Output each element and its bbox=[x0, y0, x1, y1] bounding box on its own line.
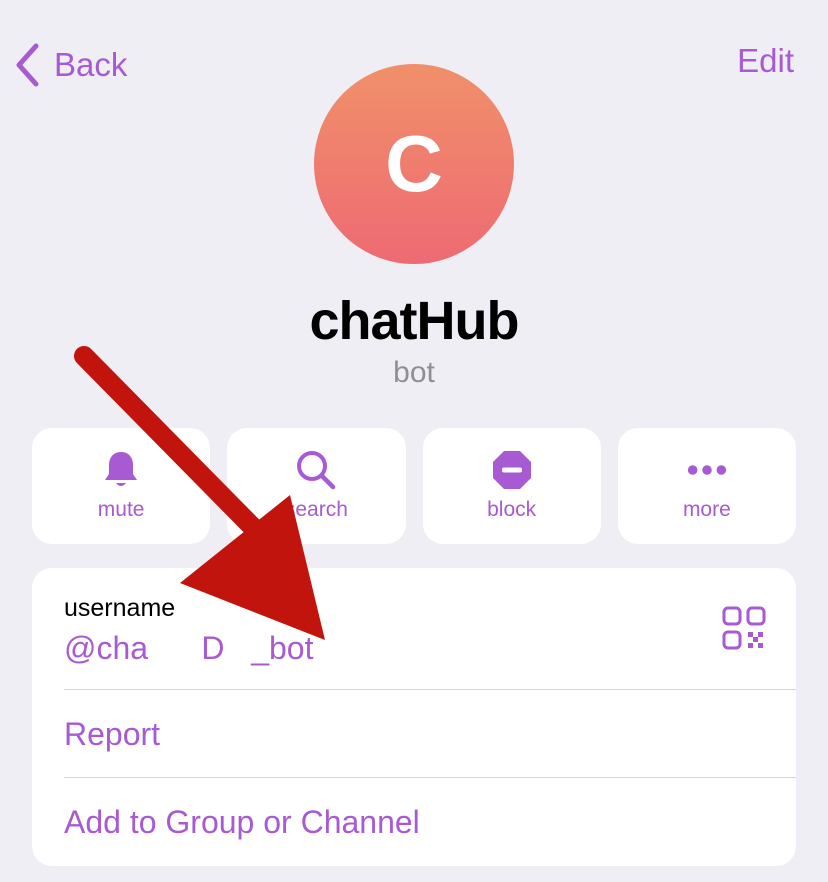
bell-icon bbox=[99, 448, 143, 492]
add-to-group-button[interactable]: Add to Group or Channel bbox=[64, 804, 420, 841]
username-label: username bbox=[64, 594, 176, 622]
username-value[interactable]: @cha D _bot bbox=[64, 630, 313, 667]
avatar-letter: C bbox=[385, 119, 443, 208]
divider bbox=[64, 777, 796, 778]
report-button[interactable]: Report bbox=[64, 716, 160, 753]
action-bar: mute search block more bbox=[32, 428, 796, 544]
edit-button[interactable]: Edit bbox=[737, 42, 794, 80]
chevron-left-icon bbox=[16, 43, 39, 87]
more-button[interactable]: more bbox=[617, 428, 796, 544]
mute-button[interactable]: mute bbox=[32, 428, 211, 544]
block-icon bbox=[490, 448, 534, 492]
block-button[interactable]: block bbox=[422, 428, 601, 544]
qr-code-icon[interactable] bbox=[722, 606, 766, 650]
username-row[interactable]: username @cha D _bot bbox=[32, 568, 796, 689]
profile-name: chatHub bbox=[309, 291, 520, 351]
divider bbox=[64, 689, 796, 690]
mute-label: mute bbox=[97, 498, 145, 521]
back-label: Back bbox=[54, 46, 128, 83]
profile-subtitle: bot bbox=[393, 356, 435, 389]
info-card: username @cha D _bot Report Add to Group… bbox=[32, 568, 796, 866]
search-label: search bbox=[284, 498, 348, 521]
back-button[interactable]: Back bbox=[14, 40, 127, 90]
more-label: more bbox=[682, 498, 731, 521]
search-button[interactable]: search bbox=[227, 428, 406, 544]
avatar: C bbox=[314, 64, 514, 264]
block-label: block bbox=[487, 498, 537, 521]
more-icon bbox=[685, 448, 729, 492]
search-icon bbox=[294, 448, 338, 492]
